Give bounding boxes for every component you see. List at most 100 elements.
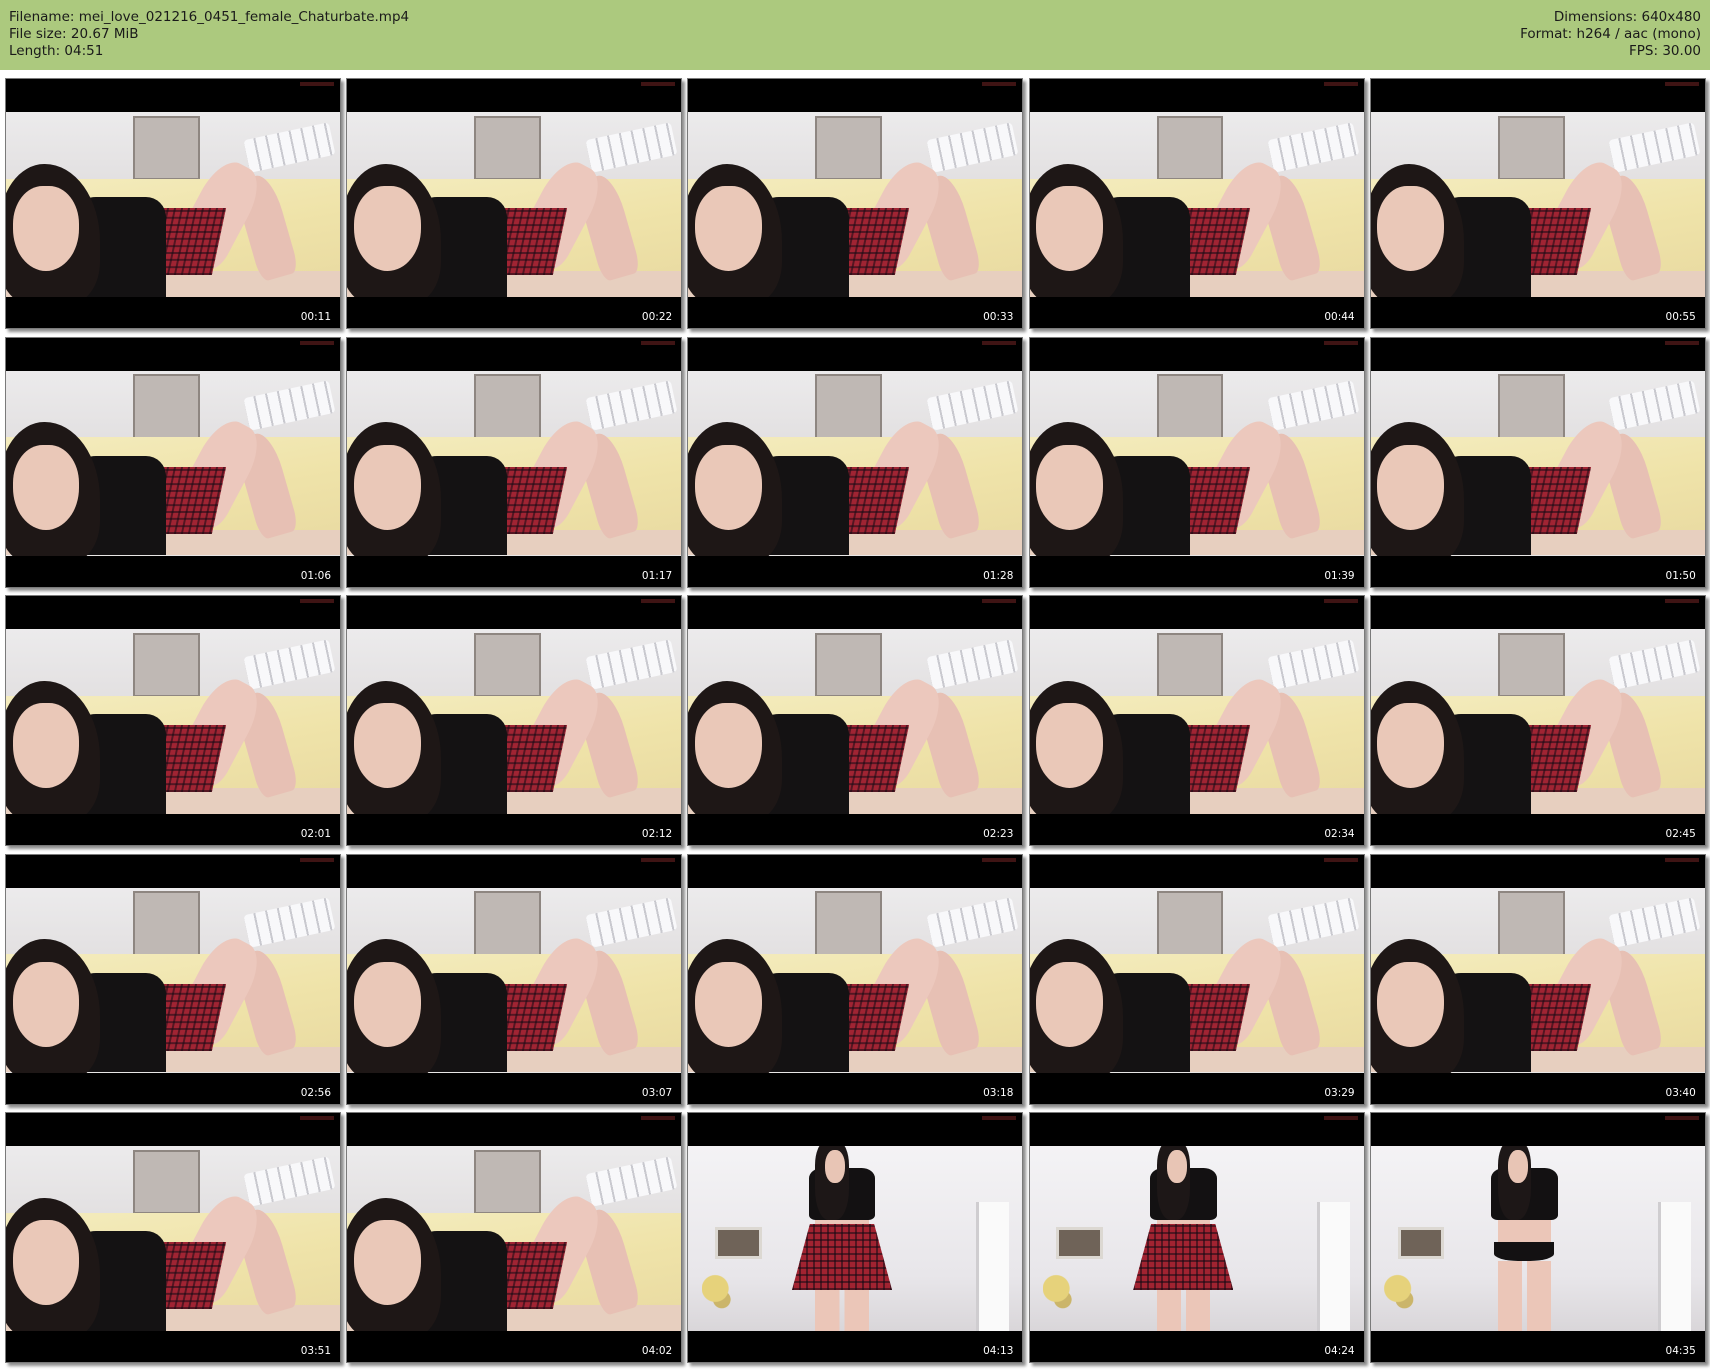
video-thumbnail: 01:06: [5, 336, 341, 588]
video-thumbnail: 03:40: [1369, 853, 1706, 1105]
video-thumbnail: 03:18: [687, 853, 1024, 1105]
watermark: [641, 82, 676, 86]
video-thumbnail: 03:51: [5, 1112, 341, 1363]
watermark: [982, 599, 1017, 603]
thumbnail-timestamp: 01:17: [641, 569, 673, 582]
video-thumbnail: 01:28: [687, 336, 1024, 588]
format-text: Format: h264 / aac (mono): [1520, 26, 1701, 42]
thumbnail-timestamp: 03:40: [1665, 1086, 1696, 1099]
video-thumbnail: 02:01: [5, 595, 341, 846]
video-thumbnail: 04:02: [346, 1112, 683, 1363]
length-text: Length: 04:51: [9, 43, 104, 59]
thumbnail-frame-image: [6, 1146, 340, 1331]
thumbnail-frame-image: [1370, 629, 1705, 814]
thumbnail-timestamp: 00:11: [300, 311, 331, 323]
thumbnail-frame-image: [688, 370, 1023, 556]
thumbnail-frame-image: [347, 1146, 682, 1331]
watermark: [1664, 82, 1699, 86]
thumbnail-frame-image: [688, 112, 1023, 297]
video-thumbnail: 02:45: [1369, 595, 1706, 846]
watermark: [1323, 82, 1358, 86]
watermark: [300, 857, 334, 862]
video-thumbnail: 02:23: [687, 595, 1024, 846]
video-thumbnail: 00:22: [346, 78, 683, 329]
watermark: [641, 599, 676, 603]
thumbnail-frame-image: [1370, 887, 1705, 1073]
watermark: [300, 1116, 334, 1120]
watermark: [982, 1116, 1017, 1120]
watermark: [982, 82, 1017, 86]
thumbnail-timestamp: 03:18: [983, 1086, 1014, 1099]
thumbnail-timestamp: 02:56: [300, 1086, 331, 1099]
thumbnail-timestamp: 01:06: [300, 569, 331, 582]
watermark: [1664, 1116, 1699, 1120]
watermark: [641, 857, 676, 862]
watermark: [641, 340, 676, 345]
thumbnail-frame-image: [6, 370, 340, 556]
thumbnail-timestamp: 00:44: [1324, 311, 1355, 323]
watermark: [982, 340, 1017, 345]
thumbnail-grid: 00:11 00:22 00:33 00:44 00:55 01:06 01:17 01:28…: [0, 78, 1710, 1370]
thumbnail-timestamp: 04:13: [983, 1345, 1014, 1357]
thumbnail-frame-image: [688, 887, 1023, 1073]
thumbnail-frame-image: [347, 112, 682, 297]
video-info: Dimensions: 640x480 Format: h264 / aac (…: [1520, 9, 1701, 60]
thumbnail-timestamp: 02:23: [983, 828, 1014, 840]
thumbnail-frame-image: [6, 629, 340, 814]
watermark: [1323, 340, 1358, 345]
fps-text: FPS: 30.00: [1629, 43, 1701, 59]
thumbnail-frame-image: [347, 887, 682, 1073]
thumbnail-timestamp: 00:22: [641, 311, 673, 323]
thumbnail-frame-image: [347, 629, 682, 814]
thumbnail-frame-image: [6, 887, 340, 1073]
video-thumbnail: 04:24: [1028, 1112, 1365, 1363]
video-thumbnail: 02:56: [5, 853, 341, 1105]
video-thumbnail: 04:13: [687, 1112, 1024, 1363]
video-thumbnail: 01:50: [1369, 336, 1706, 588]
video-thumbnail: 04:35: [1369, 1112, 1706, 1363]
thumbnail-timestamp: 03:29: [1324, 1086, 1355, 1099]
video-thumbnail: 00:33: [687, 78, 1024, 329]
watermark: [1664, 340, 1699, 345]
watermark: [1323, 857, 1358, 862]
thumbnail-frame-image: [1029, 629, 1364, 814]
thumbnail-timestamp: 03:51: [300, 1345, 331, 1357]
watermark: [300, 599, 334, 603]
file-info: Filename: mei_love_021216_0451_female_Ch…: [9, 9, 409, 60]
watermark: [982, 857, 1017, 862]
watermark: [1323, 1116, 1358, 1120]
thumbnail-frame-image: [688, 629, 1023, 814]
thumbnail-timestamp: 04:35: [1665, 1345, 1696, 1357]
watermark: [1664, 599, 1699, 603]
thumbnail-timestamp: 04:24: [1324, 1345, 1355, 1357]
thumbnail-timestamp: 04:02: [641, 1345, 673, 1357]
watermark: [300, 340, 334, 345]
watermark: [641, 1116, 676, 1120]
watermark: [300, 82, 334, 86]
thumbnail-frame-image: [1370, 1146, 1705, 1331]
thumbnail-timestamp: 03:07: [641, 1086, 673, 1099]
thumbnail-timestamp: 01:28: [983, 569, 1014, 582]
filename-text: Filename: mei_love_021216_0451_female_Ch…: [9, 9, 410, 25]
video-thumbnail: 02:34: [1028, 595, 1365, 846]
thumbnail-timestamp: 00:33: [983, 311, 1014, 323]
watermark: [1323, 599, 1358, 603]
thumbnail-frame-image: [688, 1146, 1023, 1331]
filesize-text: File size: 20.67 MiB: [9, 26, 139, 42]
video-thumbnail: 03:07: [346, 853, 683, 1105]
thumbnail-frame-image: [1029, 370, 1364, 556]
thumbnail-frame-image: [6, 112, 340, 297]
video-thumbnail: 00:11: [5, 78, 341, 329]
thumbnail-timestamp: 00:55: [1665, 311, 1696, 323]
thumbnail-frame-image: [347, 370, 682, 556]
thumbnail-timestamp: 02:45: [1665, 828, 1696, 840]
watermark: [1664, 857, 1699, 862]
thumbnail-frame-image: [1370, 370, 1705, 556]
video-thumbnail: 02:12: [346, 595, 683, 846]
thumbnail-frame-image: [1370, 112, 1705, 297]
video-thumbnail: 00:44: [1028, 78, 1365, 329]
video-thumbnail: 01:17: [346, 336, 683, 588]
thumbnail-timestamp: 02:34: [1324, 828, 1355, 840]
thumbnail-frame-image: [1029, 1146, 1364, 1331]
thumbnail-timestamp: 02:12: [641, 828, 673, 840]
